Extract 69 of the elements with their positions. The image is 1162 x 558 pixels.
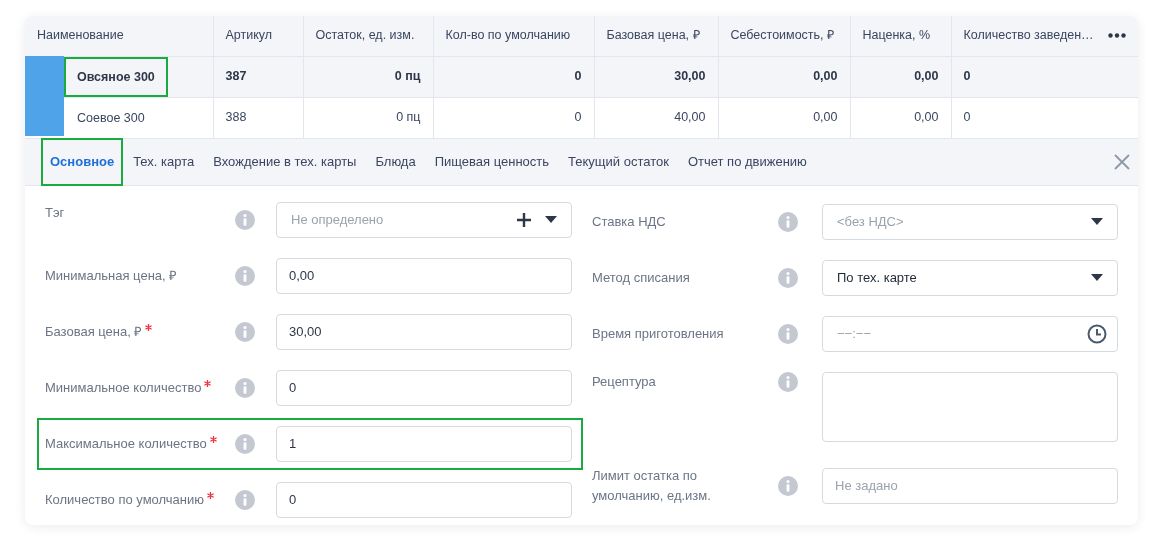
close-icon[interactable] <box>1114 153 1130 170</box>
field-label: Рецептура <box>592 372 656 391</box>
tab[interactable]: Основное <box>41 137 124 186</box>
table-cell: 0 пц <box>394 69 421 84</box>
table-cell: 387 <box>225 69 247 84</box>
field-label: Время приготовления <box>592 324 724 343</box>
table-cell: 0,00 <box>813 69 838 84</box>
table-cell: 0 <box>574 110 582 125</box>
clock-icon[interactable] <box>1087 323 1107 344</box>
info-icon[interactable] <box>235 377 255 398</box>
tab[interactable]: Пищевая ценность <box>425 137 559 186</box>
field-label: Базовая цена, ₽ <box>45 322 143 341</box>
tab[interactable]: Блюда <box>366 137 425 186</box>
table-cell: 30,00 <box>674 69 706 84</box>
table-row[interactable]: Соевое 300 388 0 пц 0 40,00 0,00 0,00 0 <box>25 97 1138 138</box>
info-icon[interactable] <box>235 433 255 454</box>
tab[interactable]: Вхождение в тех. карты <box>204 137 366 186</box>
table-cell: 0 <box>963 69 971 84</box>
tab[interactable]: Отчет по движению <box>678 137 816 186</box>
caret-icon <box>1091 218 1103 225</box>
field-label: Минимальная цена, ₽ <box>45 266 178 285</box>
field-label: Лимит остатка по умолчанию, ед.изм. <box>592 466 712 505</box>
info-icon[interactable] <box>778 323 798 344</box>
input-field[interactable]: 30,00 <box>276 313 572 350</box>
column-header[interactable]: Артикул <box>225 26 273 46</box>
info-icon[interactable] <box>235 489 255 510</box>
table-cell: 0 <box>963 110 971 125</box>
dropdown[interactable]: По тех. карте <box>822 259 1118 296</box>
info-icon[interactable] <box>778 267 798 288</box>
info-icon[interactable] <box>235 265 255 286</box>
info-icon[interactable] <box>235 321 255 342</box>
table-cell: 40,00 <box>674 110 706 125</box>
column-header[interactable]: Кол-во по умолчанию <box>445 26 571 46</box>
more-icon[interactable] <box>1108 33 1126 39</box>
table-cell: 0,00 <box>914 110 939 125</box>
column-header[interactable]: Наценка, % <box>862 26 931 46</box>
info-icon[interactable] <box>778 371 798 392</box>
table-cell: 0,00 <box>914 69 939 84</box>
table-cell-text: Соевое 300 <box>76 109 146 127</box>
column-header[interactable]: Остаток, ед. изм. <box>315 26 415 46</box>
info-icon[interactable] <box>778 475 798 496</box>
tab[interactable]: Тех. карта <box>124 137 204 186</box>
table-cell: Овсяное 300 <box>64 56 168 97</box>
field-label: Минимальное количество <box>45 378 202 397</box>
caret-icon <box>545 216 557 223</box>
input-field[interactable]: 0,00 <box>276 257 572 294</box>
field-label: Ставка НДС <box>592 212 666 231</box>
info-icon[interactable] <box>235 209 255 230</box>
table-cell: 0 пц <box>396 110 421 125</box>
input-field[interactable]: 0 <box>276 481 572 518</box>
info-icon[interactable] <box>778 211 798 232</box>
field-label: Тэг <box>45 203 65 222</box>
field-label: Количество по умолчанию <box>45 490 205 509</box>
field-label: Максимальное количество <box>45 434 207 453</box>
tab[interactable]: Текущий остаток <box>559 137 678 186</box>
input-field[interactable]: Не задано <box>822 467 1118 504</box>
plus-icon[interactable] <box>517 212 531 227</box>
table-cell: 0 <box>574 69 582 84</box>
column-header[interactable]: Количество заведен… <box>963 26 1094 46</box>
caret-icon <box>1091 274 1103 281</box>
input-field[interactable]: 0 <box>276 369 572 406</box>
field-label: Метод списания <box>592 268 690 287</box>
table-cell: 388 <box>225 110 247 125</box>
input-field[interactable]: 1 <box>276 425 572 462</box>
column-header[interactable]: Наименование <box>37 26 124 46</box>
column-header[interactable]: Базовая цена, ₽ <box>606 26 700 46</box>
table-cell: 0,00 <box>813 110 838 125</box>
column-header[interactable]: Себестоимость, ₽ <box>730 26 835 46</box>
text-area[interactable] <box>822 371 1118 442</box>
